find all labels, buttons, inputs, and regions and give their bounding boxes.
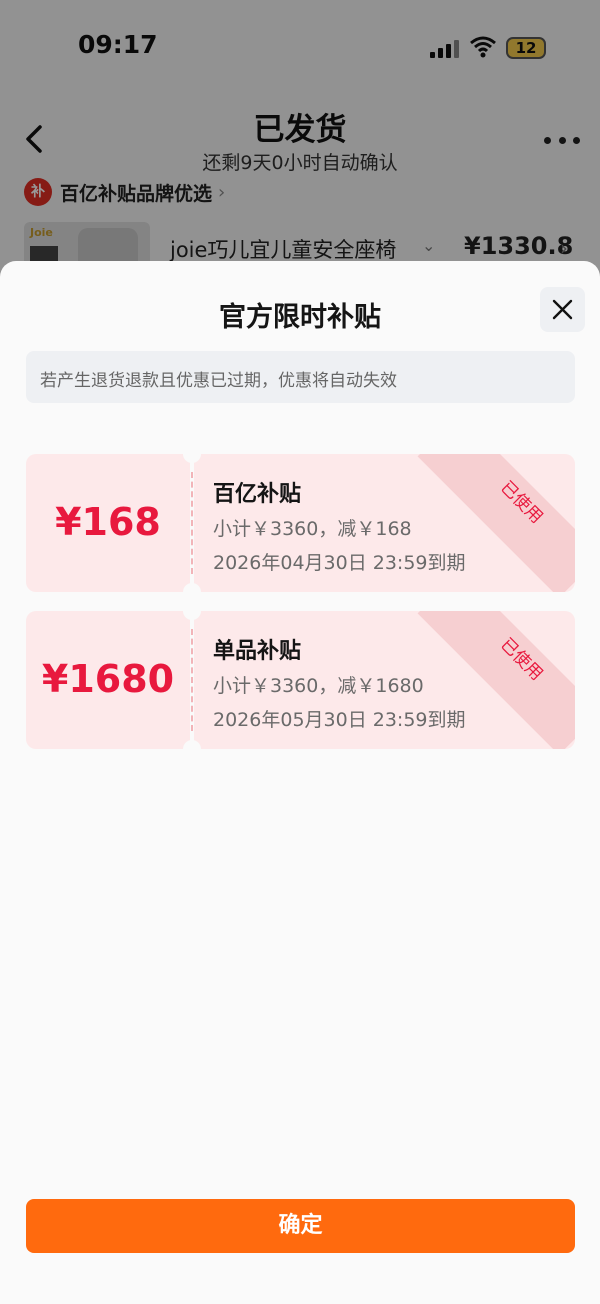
coupon-name: 单品补贴 [213,639,302,664]
refund-notice-text: 若产生退货退款且优惠已过期，优惠将自动失效 [40,371,397,391]
coupon-expiry: 2026年05月30日 23:59到期 [213,709,466,731]
refund-notice: 若产生退货退款且优惠已过期，优惠将自动失效 [26,351,575,403]
coupon-detail-panel: 已使用 单品补贴 小计￥3360，减￥1680 2026年05月30日 23:5… [194,611,575,749]
coupon-card: 已使用 单品补贴 小计￥3360，减￥1680 2026年05月30日 23:5… [26,602,575,758]
coupon-amount: ¥168 [55,500,161,544]
coupon-divider [191,472,193,574]
coupon-detail-panel: 已使用 百亿补贴 小计￥3360，减￥168 2026年04月30日 23:59… [194,454,575,592]
subsidy-bottom-sheet: 官方限时补贴 若产生退货退款且优惠已过期，优惠将自动失效 已使用 百亿补贴 小计… [0,261,600,1304]
close-icon [552,299,573,320]
coupon-subtotal: 小计￥3360，减￥1680 [213,675,424,697]
coupon-expiry: 2026年04月30日 23:59到期 [213,552,466,574]
confirm-button[interactable]: 确定 [26,1199,575,1253]
close-button[interactable] [540,287,585,332]
coupon-divider [191,629,193,731]
coupon-subtotal: 小计￥3360，减￥168 [213,518,412,540]
sheet-title: 官方限时补贴 [219,302,381,333]
coupon-card: 已使用 百亿补贴 小计￥3360，减￥168 2026年04月30日 23:59… [26,445,575,601]
coupon-name: 百亿补贴 [213,482,302,507]
coupon-amount: ¥1680 [41,657,175,701]
